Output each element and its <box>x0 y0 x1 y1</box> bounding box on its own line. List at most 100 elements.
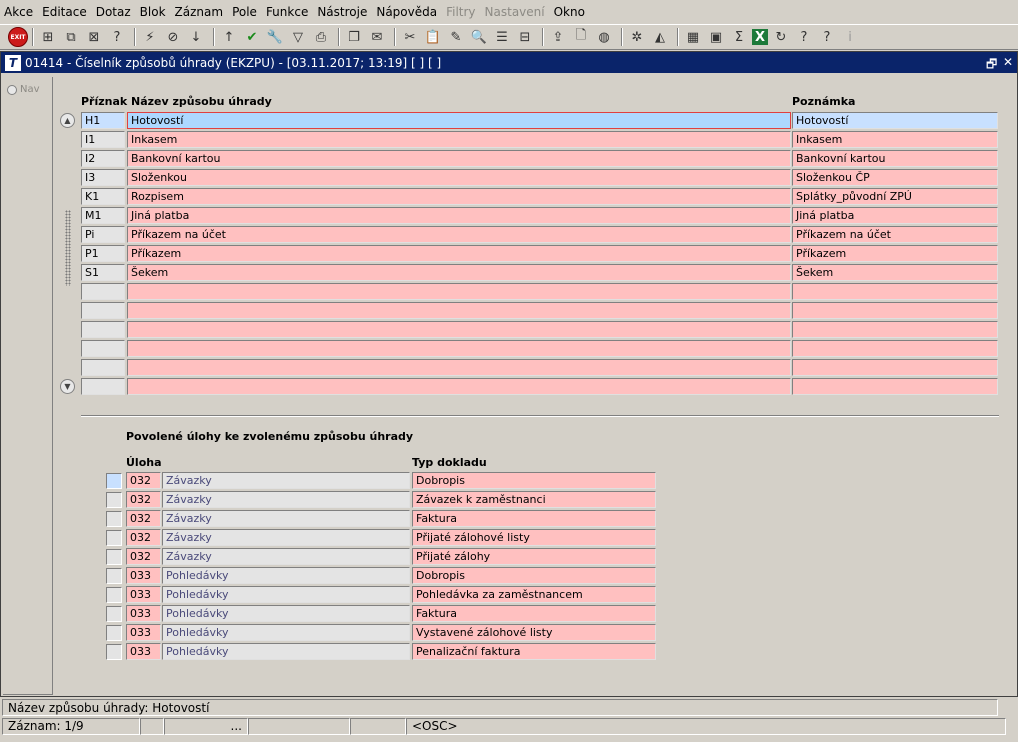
table-row[interactable] <box>81 378 999 395</box>
nav-item[interactable]: Nav <box>7 84 52 95</box>
document-icon[interactable]: 🗋 <box>571 27 591 47</box>
execute-query-icon[interactable]: ⚡ <box>140 27 160 47</box>
cell-code[interactable]: 033 <box>126 586 161 603</box>
cell-doc_type[interactable]: Přijaté zálohy <box>412 548 656 565</box>
cell-code[interactable]: I1 <box>81 131 125 148</box>
table-row[interactable]: 033 Pohledávky Faktura <box>106 605 658 622</box>
table-row[interactable]: Pi Příkazem na účet Příkazem na účet <box>81 226 999 243</box>
cell-task[interactable]: Pohledávky <box>162 643 410 660</box>
cell-note[interactable] <box>792 321 998 338</box>
table-row[interactable] <box>81 302 999 319</box>
menu-item-4[interactable]: Záznam <box>175 5 224 19</box>
cell-doc_type[interactable]: Vystavené zálohové listy <box>412 624 656 641</box>
cell-doc_type[interactable]: Faktura <box>412 605 656 622</box>
menu-item-10[interactable]: Nastavení <box>485 5 545 19</box>
cell-doc_type[interactable]: Závazek k zaměstnanci <box>412 491 656 508</box>
cell-code[interactable]: 033 <box>126 643 161 660</box>
menu-item-3[interactable]: Blok <box>140 5 166 19</box>
table-row[interactable]: 033 Pohledávky Penalizační faktura <box>106 643 658 660</box>
row-selector-checkbox[interactable] <box>106 644 122 660</box>
row-selector-checkbox[interactable] <box>106 492 122 508</box>
table-row[interactable]: S1 Šekem Šekem <box>81 264 999 281</box>
cell-code[interactable]: 032 <box>126 548 161 565</box>
cell-name[interactable] <box>127 321 791 338</box>
menu-item-5[interactable]: Pole <box>232 5 257 19</box>
table-row[interactable]: I3 Složenkou Složenkou ČP <box>81 169 999 186</box>
restore-window-icon[interactable]: 🗗 <box>986 55 997 76</box>
table-row[interactable]: M1 Jiná platba Jiná platba <box>81 207 999 224</box>
menu-item-11[interactable]: Okno <box>554 5 585 19</box>
cell-code[interactable] <box>81 340 125 357</box>
cell-task[interactable]: Pohledávky <box>162 567 410 584</box>
chart-icon[interactable]: ◭ <box>650 27 670 47</box>
close-window-icon[interactable]: ✕ <box>1003 55 1013 69</box>
cell-note[interactable] <box>792 283 998 300</box>
globe-icon[interactable]: ◍ <box>594 27 614 47</box>
list-icon[interactable]: ☰ <box>492 27 512 47</box>
cell-doc_type[interactable]: Dobropis <box>412 567 656 584</box>
filter-icon[interactable]: ▽ <box>288 27 308 47</box>
delete-record-icon[interactable]: ⊠ <box>84 27 104 47</box>
cell-note[interactable]: Hotovostí <box>792 112 998 129</box>
cell-code[interactable]: H1 <box>81 112 125 129</box>
cell-note[interactable]: Šekem <box>792 264 998 281</box>
help-icon[interactable]: ? <box>817 27 837 47</box>
cell-name[interactable]: Složenkou <box>127 169 791 186</box>
sum-icon[interactable]: Σ <box>729 27 749 47</box>
cell-task[interactable]: Závazky <box>162 510 410 527</box>
table-row[interactable]: 032 Závazky Faktura <box>106 510 658 527</box>
settings-icon[interactable]: ✲ <box>627 27 647 47</box>
cell-note[interactable]: Jiná platba <box>792 207 998 224</box>
menu-item-0[interactable]: Akce <box>4 5 33 19</box>
export-icon[interactable]: ⇪ <box>548 27 568 47</box>
cell-name[interactable]: Příkazem <box>127 245 791 262</box>
table-row[interactable]: K1 Rozpisem Splátky_původní ZPÚ <box>81 188 999 205</box>
row-selector-checkbox[interactable] <box>106 606 122 622</box>
row-selector-checkbox[interactable] <box>106 473 122 489</box>
cell-doc_type[interactable]: Penalizační faktura <box>412 643 656 660</box>
help-context-icon[interactable]: ? <box>794 27 814 47</box>
cell-task[interactable]: Závazky <box>162 472 410 489</box>
cell-name[interactable]: Šekem <box>127 264 791 281</box>
cell-code[interactable]: 033 <box>126 567 161 584</box>
cell-code[interactable] <box>81 283 125 300</box>
info-icon[interactable]: i <box>840 27 860 47</box>
cell-code[interactable]: 033 <box>126 624 161 641</box>
cell-name[interactable] <box>127 340 791 357</box>
table-row[interactable] <box>81 359 999 376</box>
cell-code[interactable] <box>81 359 125 376</box>
cell-name[interactable] <box>127 283 791 300</box>
cell-task[interactable]: Pohledávky <box>162 624 410 641</box>
cell-code[interactable]: M1 <box>81 207 125 224</box>
table-row[interactable]: 032 Závazky Dobropis <box>106 472 658 489</box>
cell-code[interactable]: P1 <box>81 245 125 262</box>
cell-code[interactable]: 032 <box>126 529 161 546</box>
table-row[interactable]: 033 Pohledávky Pohledávka za zaměstnancem <box>106 586 658 603</box>
cell-name[interactable]: Jiná platba <box>127 207 791 224</box>
excel-icon[interactable]: X <box>752 29 768 45</box>
cell-note[interactable] <box>792 359 998 376</box>
row-selector-checkbox[interactable] <box>106 568 122 584</box>
cell-note[interactable] <box>792 378 998 395</box>
cell-name[interactable] <box>127 378 791 395</box>
menu-item-8[interactable]: Nápověda <box>376 5 437 19</box>
copy-icon[interactable]: ❐ <box>344 27 364 47</box>
refresh-icon[interactable]: ↻ <box>771 27 791 47</box>
cell-note[interactable]: Inkasem <box>792 131 998 148</box>
insert-record-icon[interactable]: ⊞ <box>38 27 58 47</box>
cancel-query-icon[interactable]: ⊘ <box>163 27 183 47</box>
table-row[interactable]: 033 Pohledávky Dobropis <box>106 567 658 584</box>
table-row[interactable] <box>81 283 999 300</box>
enter-query-icon[interactable]: ? <box>107 27 127 47</box>
menu-item-7[interactable]: Nástroje <box>317 5 367 19</box>
cell-code[interactable]: 032 <box>126 510 161 527</box>
menu-item-1[interactable]: Editace <box>42 5 87 19</box>
cell-task[interactable]: Závazky <box>162 491 410 508</box>
table-row[interactable] <box>81 340 999 357</box>
menu-item-2[interactable]: Dotaz <box>96 5 131 19</box>
cell-code[interactable] <box>81 321 125 338</box>
graph-icon[interactable]: ▦ <box>683 27 703 47</box>
cell-name[interactable] <box>127 359 791 376</box>
cell-doc_type[interactable]: Přijaté zálohové listy <box>412 529 656 546</box>
search-icon[interactable]: 🔍 <box>469 27 489 47</box>
